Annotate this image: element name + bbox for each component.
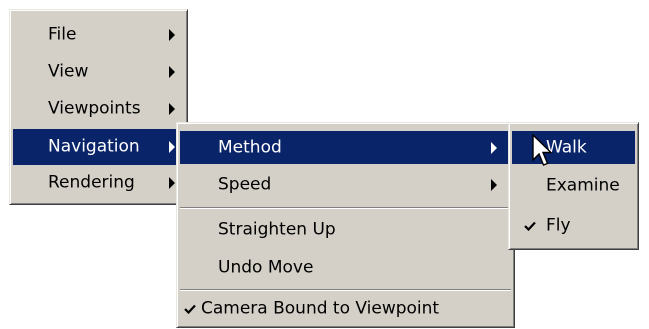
menu-item-file[interactable]: File <box>13 20 184 49</box>
triangle-right-icon <box>169 176 175 189</box>
triangle-right-icon <box>491 178 497 191</box>
navigation-submenu: Method Speed Straighten Up Undo Move Cam… <box>176 122 515 328</box>
method-submenu: Walk Examine Fly <box>508 122 639 250</box>
menu-item-camera-bound[interactable]: Camera Bound to Viewpoint <box>180 293 511 325</box>
menu-item-view-label: View <box>48 61 89 81</box>
menu-item-fly[interactable]: Fly <box>512 209 635 242</box>
menu-item-rendering[interactable]: Rendering <box>13 168 184 197</box>
menu-item-examine-label: Examine <box>546 175 620 195</box>
menu-item-speed-label: Speed <box>218 174 272 194</box>
menu-separator <box>180 207 511 209</box>
checkmark-icon <box>524 221 536 231</box>
checkmark-icon <box>184 304 196 314</box>
triangle-right-icon <box>169 102 175 115</box>
menu-item-navigation[interactable]: Navigation <box>13 129 184 165</box>
menu-item-examine[interactable]: Examine <box>512 169 635 202</box>
menu-item-speed[interactable]: Speed <box>180 168 511 201</box>
menu-separator <box>180 289 511 291</box>
menu-item-undo-move[interactable]: Undo Move <box>180 251 511 284</box>
menu-item-rendering-label: Rendering <box>48 172 135 192</box>
menu-item-walk[interactable]: Walk <box>512 131 635 164</box>
menu-item-straighten-up-label: Straighten Up <box>218 219 336 239</box>
mouse-pointer-icon <box>532 134 553 166</box>
menu-item-viewpoints[interactable]: Viewpoints <box>13 94 184 123</box>
triangle-right-icon <box>169 28 175 41</box>
menu-item-view[interactable]: View <box>13 57 184 86</box>
menu-item-method-label: Method <box>218 137 282 157</box>
triangle-right-icon <box>491 141 497 154</box>
menu-item-viewpoints-label: Viewpoints <box>48 98 141 118</box>
menu-item-camera-bound-label: Camera Bound to Viewpoint <box>201 298 440 319</box>
main-context-menu: File View Viewpoints Navigation Renderin… <box>9 9 188 205</box>
menu-item-undo-move-label: Undo Move <box>218 257 314 277</box>
menu-item-file-label: File <box>48 24 77 44</box>
menu-item-navigation-label: Navigation <box>48 136 140 157</box>
menu-item-method[interactable]: Method <box>180 131 511 164</box>
triangle-right-icon <box>169 65 175 78</box>
menu-item-fly-label: Fly <box>546 215 571 235</box>
menu-item-straighten-up[interactable]: Straighten Up <box>180 213 511 246</box>
triangle-right-icon <box>169 141 175 153</box>
